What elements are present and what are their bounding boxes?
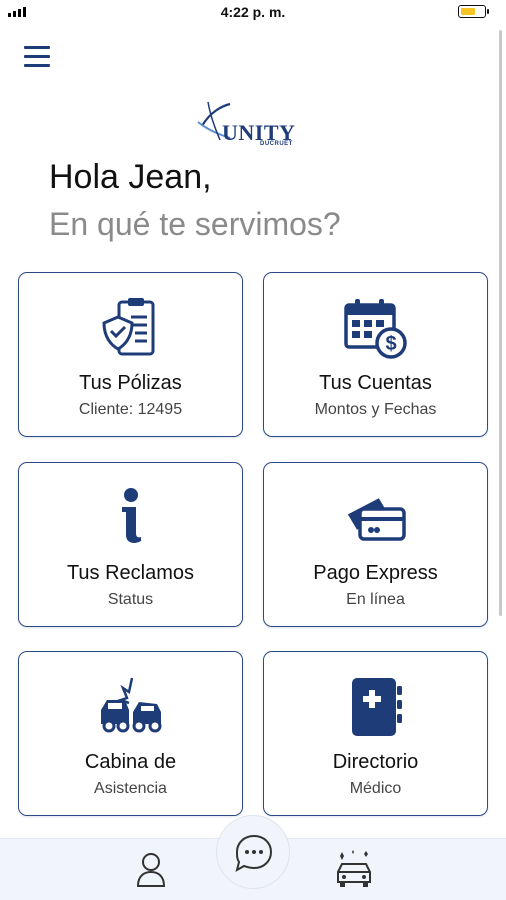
card-tus-reclamos[interactable]: Tus Reclamos Status [18,462,243,627]
card-subtitle: Cliente: 12495 [78,401,183,418]
medical-directory-icon [264,676,487,740]
chat-button[interactable] [216,815,290,889]
card-title: Cabina de [84,751,177,773]
chat-bubble-icon [235,834,273,873]
logo-sub-text: DUCRUET [260,141,293,147]
card-title: Tus Cuentas [319,372,432,394]
card-title: Tus Reclamos [66,562,195,584]
card-subtitle: Montos y Fechas [314,401,437,418]
status-time: 4:22 p. m. [220,4,286,20]
card-title: Directorio [332,751,419,773]
card-subtitle: Médico [349,780,402,797]
card-cabina-asistencia[interactable]: Cabina de Asistencia [18,651,243,816]
card-directorio-medico[interactable]: Directorio Médico [263,651,488,816]
car-crash-icon [19,676,242,740]
battery-icon [458,5,489,18]
calendar-dollar-icon: $ [264,297,487,361]
info-icon [19,487,242,551]
credit-card-icon [264,487,487,551]
greeting-subtitle: En qué te servimos? [49,206,341,242]
card-pago-express[interactable]: Pago Express En línea [263,462,488,627]
user-profile-icon[interactable] [136,852,166,888]
card-title: Tus Pólizas [79,372,182,394]
policy-shield-icon [19,297,242,361]
card-tus-cuentas[interactable]: $ Tus Cuentas Montos y Fechas [263,272,488,437]
card-tus-polizas[interactable]: Tus Pólizas Cliente: 12495 [18,272,243,437]
car-service-icon[interactable] [334,850,374,890]
hamburger-menu-icon[interactable] [24,46,50,68]
unity-ducruet-logo: UNITY DUCRUET [196,100,306,152]
scrollbar[interactable] [499,30,502,616]
card-subtitle: En línea [346,591,405,608]
greeting-title: Hola Jean, [49,158,212,196]
card-subtitle: Status [107,591,154,608]
svg-text:$: $ [385,333,396,355]
status-bar: 4:22 p. m. [0,0,506,24]
card-title: Pago Express [313,562,438,584]
card-subtitle: Asistencia [94,780,167,797]
